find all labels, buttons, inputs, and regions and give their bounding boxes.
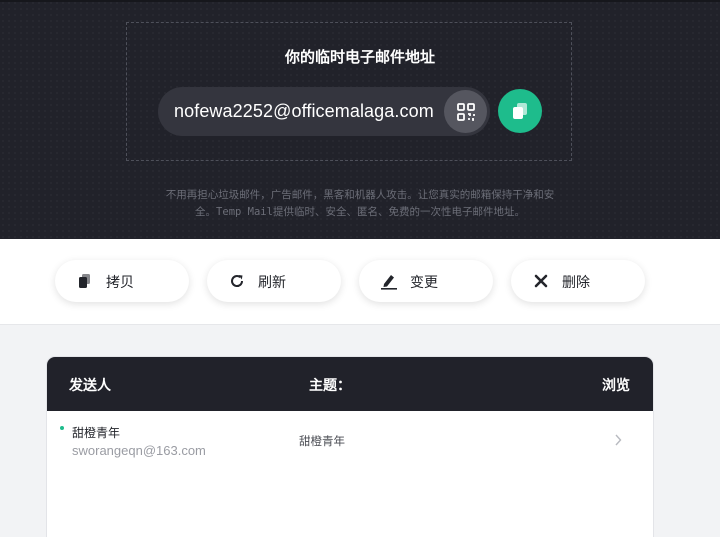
message-subject: 甜橙青年	[299, 434, 345, 448]
copy-button[interactable]: 拷贝	[55, 260, 189, 302]
chevron-right-icon[interactable]	[614, 431, 622, 450]
top-divider	[0, 0, 720, 2]
edit-icon	[379, 271, 399, 291]
refresh-button[interactable]: 刷新	[207, 260, 341, 302]
close-icon	[531, 271, 551, 291]
change-button-label: 变更	[410, 275, 438, 291]
column-header-view: 浏览	[602, 378, 630, 394]
copy-email-button[interactable]	[498, 89, 542, 133]
hero-description: 不用再担心垃圾邮件，广告邮件，黑客和机器人攻击。让您真实的邮箱保持干净和安 全。…	[130, 187, 590, 221]
message-row[interactable]: 甜橙青年 sworangeqn@163.com 甜橙青年	[47, 411, 653, 471]
delete-button[interactable]: 删除	[511, 260, 645, 302]
qr-code-button[interactable]	[444, 90, 487, 133]
column-header-subject: 主题：	[309, 378, 351, 394]
action-toolbar: 拷贝 刷新 变更 删除	[0, 239, 720, 325]
copy-icon	[513, 103, 527, 119]
inbox-header: 发送人 主题： 浏览	[47, 357, 653, 411]
unread-indicator	[60, 426, 64, 430]
refresh-icon	[227, 271, 247, 291]
qr-code-icon	[456, 102, 475, 121]
email-address-field[interactable]: nofewa2252@officemalaga.com	[158, 87, 490, 136]
email-hero-section: 你的临时电子邮件地址 nofewa2252@officemalaga.com 不…	[0, 0, 720, 239]
email-address-text[interactable]: nofewa2252@officemalaga.com	[174, 101, 434, 122]
refresh-button-label: 刷新	[258, 275, 286, 291]
copy-button-label: 拷贝	[106, 275, 134, 291]
hero-description-line: 全。Temp Mail提供临时、安全、匿名、免费的一次性电子邮件地址。	[195, 206, 525, 218]
sender-name: 甜橙青年	[72, 426, 121, 440]
sender-email: sworangeqn@163.com	[72, 443, 206, 458]
hero-title: 你的临时电子邮件地址	[284, 48, 435, 66]
column-header-sender: 发送人	[69, 378, 111, 394]
delete-button-label: 删除	[562, 275, 590, 291]
copy-icon	[75, 271, 95, 291]
inbox-table: 发送人 主题： 浏览 甜橙青年 sworangeqn@163.com 甜橙青年	[47, 357, 653, 537]
change-button[interactable]: 变更	[359, 260, 493, 302]
hero-description-line: 不用再担心垃圾邮件，广告邮件，黑客和机器人攻击。让您真实的邮箱保持干净和安	[165, 189, 555, 201]
